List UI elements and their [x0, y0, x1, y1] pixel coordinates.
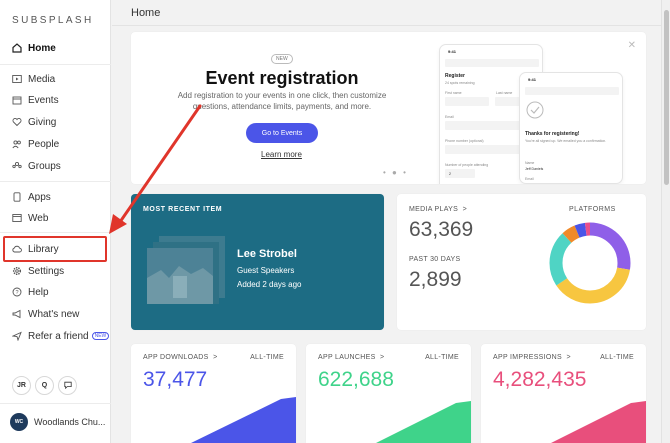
sidebar-item-label: Web: [28, 212, 49, 224]
refer-icon: [12, 331, 22, 341]
brand-logo: SUBSPLASH: [12, 15, 94, 26]
org-name: Woodlands Chu...: [34, 417, 106, 427]
heart-icon: [12, 117, 22, 127]
platforms-label: PLATFORMS: [569, 206, 616, 213]
app-downloads-link[interactable]: APP DOWNLOADS >: [143, 354, 218, 361]
sidebar-item-label: Giving: [28, 116, 57, 128]
page-title: Home: [131, 7, 161, 19]
sidebar-item-media[interactable]: Media: [0, 69, 111, 89]
app-impressions-card: APP IMPRESSIONS > ALL-TIME 4,282,435: [481, 344, 646, 443]
gear-icon: [12, 266, 22, 276]
media-plays-link[interactable]: MEDIA PLAYS >: [409, 206, 467, 213]
home-icon: [12, 43, 22, 53]
megaphone-icon: [12, 309, 22, 319]
new-badge: NEW: [91, 332, 110, 340]
organization-switcher[interactable]: WC Woodlands Chu...: [10, 413, 105, 431]
sidebar-item-whats-new[interactable]: What's new: [0, 304, 111, 324]
calendar-icon: [12, 95, 22, 105]
section-label: MOST RECENT ITEM: [143, 206, 223, 213]
sidebar-item-people[interactable]: People: [0, 134, 111, 154]
app-downloads-area-chart: [191, 397, 296, 443]
sidebar-item-events[interactable]: Events: [0, 90, 111, 110]
sidebar-item-refer-a-friend[interactable]: Refer a friend NEW: [0, 326, 111, 346]
most-recent-item-card[interactable]: MOST RECENT ITEM Lee Strobel Guest Speak…: [131, 194, 384, 330]
svg-text:?: ?: [15, 290, 18, 296]
chat-button[interactable]: [58, 376, 77, 395]
item-added-time: Added 2 days ago: [237, 280, 302, 289]
sidebar-item-web[interactable]: Web: [0, 208, 111, 228]
range-label: ALL-TIME: [600, 354, 634, 361]
go-to-events-button[interactable]: Go to Events: [246, 123, 318, 143]
item-subtitle: Guest Speakers: [237, 266, 295, 275]
event-registration-promo: NEW Event registration Add registration …: [131, 32, 646, 184]
sidebar-item-label: Events: [28, 94, 59, 106]
app-launches-link[interactable]: APP LAUNCHES >: [318, 354, 384, 361]
groups-icon: [12, 161, 22, 171]
sidebar-item-help[interactable]: ? Help: [0, 282, 111, 302]
sidebar-item-giving[interactable]: Giving: [0, 112, 111, 132]
sidebar-item-label: People: [28, 138, 60, 150]
highlight-box: [3, 236, 107, 262]
carousel-dots[interactable]: • ● •: [383, 168, 408, 177]
checkmark-icon: [526, 101, 544, 119]
media-plays-value: 63,369: [409, 218, 474, 241]
search-icon: Q: [41, 382, 48, 389]
sidebar-item-label: Media: [28, 73, 56, 85]
new-badge: NEW: [271, 54, 293, 64]
sidebar-item-groups[interactable]: Groups: [0, 156, 111, 176]
past-30-days-label: PAST 30 DAYS: [409, 256, 461, 263]
sidebar-item-label: Home: [28, 42, 56, 54]
promo-title: Event registration: [205, 68, 359, 88]
sidebar-item-label: Groups: [28, 160, 61, 172]
sidebar-item-label: Apps: [28, 191, 51, 203]
sidebar-item-apps[interactable]: Apps: [0, 187, 111, 207]
user-avatar-button[interactable]: JR: [12, 376, 31, 395]
media-plays-card: MEDIA PLAYS > 63,369 PAST 30 DAYS 2,899 …: [397, 194, 646, 330]
sidebar-item-home[interactable]: Home: [0, 38, 111, 58]
main-scrollbar[interactable]: [661, 0, 670, 443]
media-thumbnail: [147, 248, 213, 304]
item-title: Lee Strobel: [237, 248, 297, 260]
apps-icon: [12, 192, 22, 202]
close-icon[interactable]: ✕: [628, 40, 636, 51]
promo-description: Add registration to your events in one c…: [177, 91, 387, 111]
app-impressions-link[interactable]: APP IMPRESSIONS >: [493, 354, 571, 361]
sidebar-item-label: What's new: [28, 308, 80, 320]
learn-more-link[interactable]: Learn more: [261, 150, 302, 159]
range-label: ALL-TIME: [250, 354, 284, 361]
org-logo: WC: [10, 413, 28, 431]
app-downloads-card: APP DOWNLOADS > ALL-TIME 37,477: [131, 344, 296, 443]
chat-icon: [63, 381, 72, 391]
app-launches-area-chart: [376, 401, 471, 443]
web-icon: [12, 213, 22, 223]
phone-mockup-confirmation: 9:41 Thanks for registering! You're all …: [519, 72, 623, 184]
range-label: ALL-TIME: [425, 354, 459, 361]
past-30-days-value: 2,899: [409, 268, 462, 291]
people-icon: [12, 139, 22, 149]
sidebar-item-label: Refer a friend: [28, 330, 89, 342]
media-icon: [12, 74, 22, 84]
help-icon: ?: [12, 287, 22, 297]
app-impressions-area-chart: [551, 401, 646, 443]
sidebar-item-label: Settings: [28, 265, 65, 277]
platforms-donut-chart: [549, 222, 631, 304]
sidebar-item-label: Help: [28, 286, 49, 298]
app-launches-card: APP LAUNCHES > ALL-TIME 622,688: [306, 344, 471, 443]
sidebar: SUBSPLASH Home Media Events Giving Peopl…: [0, 0, 111, 443]
sidebar-item-settings[interactable]: Settings: [0, 261, 111, 281]
search-button[interactable]: Q: [35, 376, 54, 395]
